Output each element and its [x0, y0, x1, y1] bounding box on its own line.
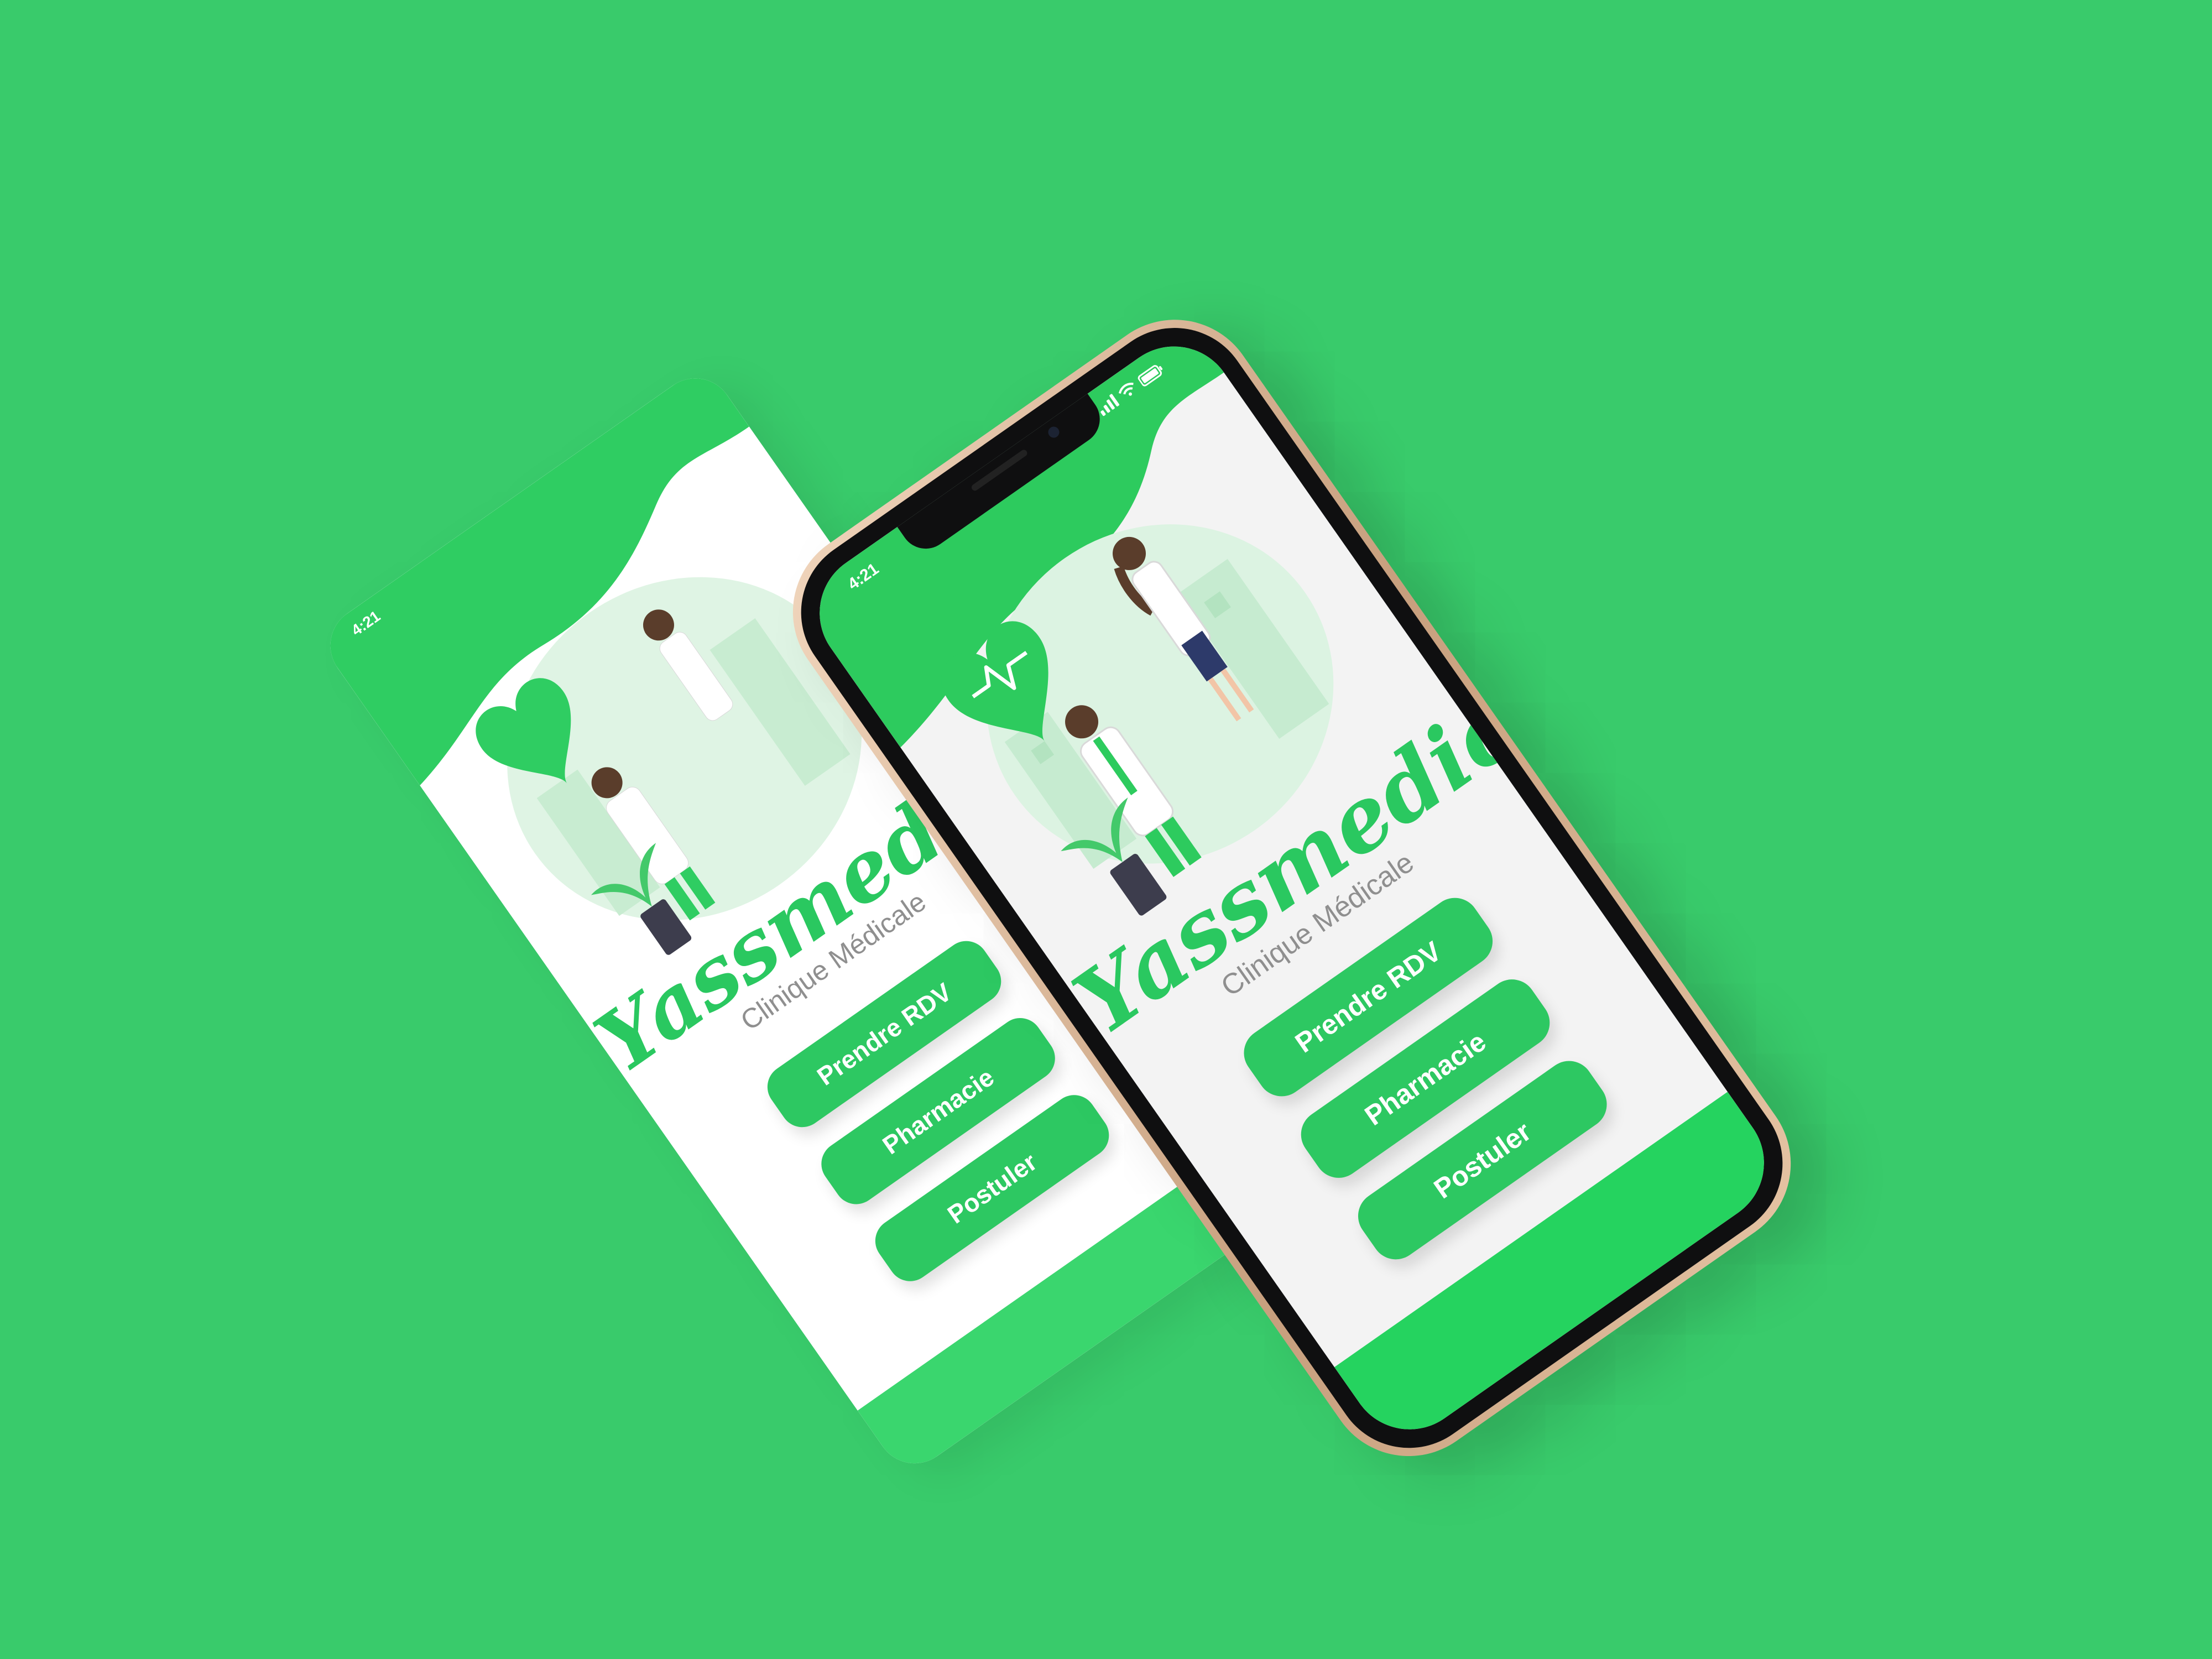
front-camera [1046, 424, 1062, 440]
